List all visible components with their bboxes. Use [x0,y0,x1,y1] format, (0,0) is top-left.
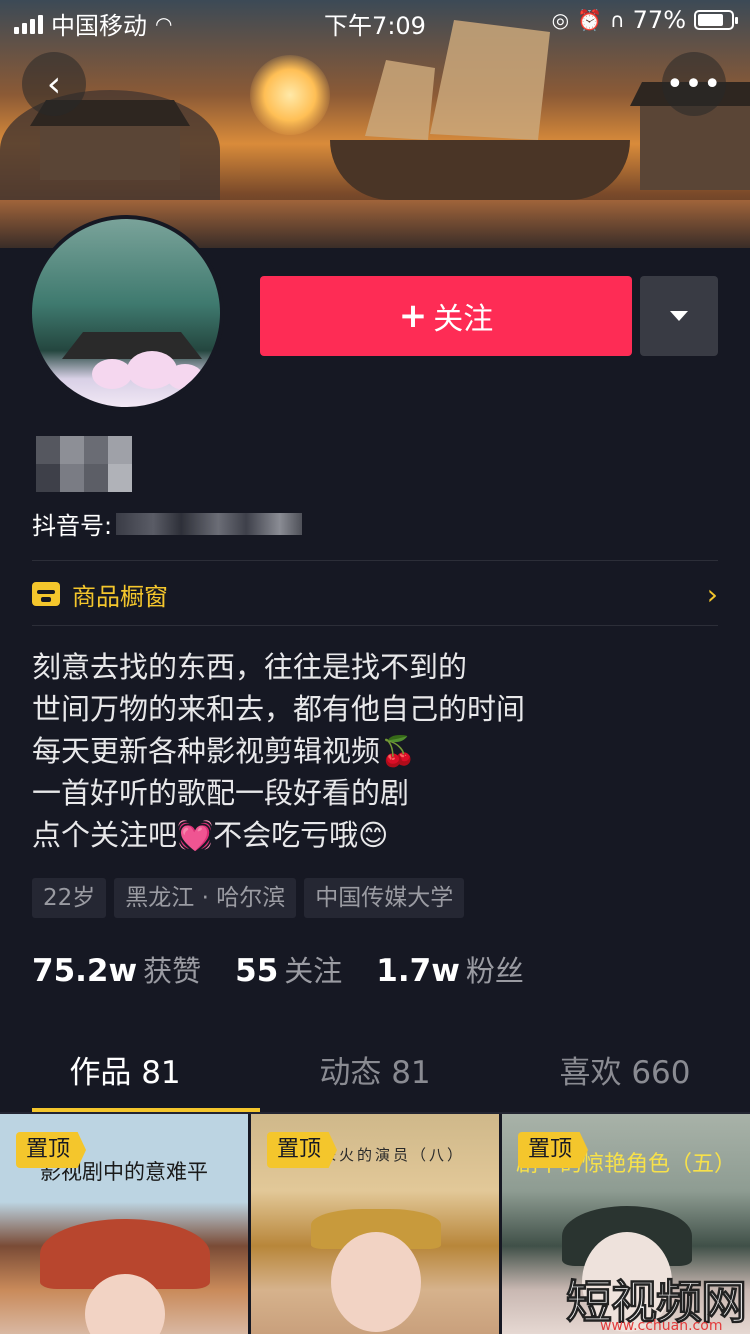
alarm-icon: ⏰ [577,8,603,32]
stat-likes-label: 获赞 [143,954,202,988]
shop-icon [32,582,60,606]
bio: 刻意去找的东西，往往是找不到的 世间万物的来和去，都有他自己的时间 每天更新各种… [32,646,722,856]
tag-age: 22岁 [32,878,107,918]
follow-label: 关注 [433,302,494,337]
video-thumbnail[interactable]: 好却未火的演员（八） 置顶 [251,1114,499,1334]
tag-school: 中国传媒大学 [304,878,465,918]
divider [32,625,718,626]
more-button[interactable]: ••• [662,52,726,116]
battery-percent: 77% [632,6,686,34]
lock-rotation-icon: ◎ [551,8,570,32]
bio-line: 每天更新各种影视剪辑视频🍒 [32,734,417,768]
douyin-id: 抖音号: [32,506,303,541]
pinned-badge: 置顶 [267,1132,338,1168]
avatar[interactable] [28,215,224,411]
battery-icon [694,10,738,30]
profile-tabs: 作品 81 动态 81 喜欢 660 [0,1040,750,1112]
more-horizontal-icon: ••• [665,66,723,102]
sail-illustration [365,60,435,140]
profile-tags: 22岁 黑龙江 · 哈尔滨 中国传媒大学 [32,878,465,918]
stat-following-label: 关注 [284,954,343,988]
divider [32,560,718,561]
caret-down-icon [670,311,688,321]
stat-likes-num: 75.2w [32,953,138,989]
stat-following-num: 55 [235,953,279,989]
recommend-dropdown-button[interactable] [640,276,718,356]
status-bar: 中国移动 ◠ 下午7:09 ◎ ⏰ ∩ 77% [0,0,750,40]
douyin-id-label: 抖音号: [32,512,113,540]
ship-illustration [330,140,630,200]
shop-label: 商品橱窗 [72,582,168,611]
back-button[interactable]: ‹ [22,52,86,116]
avatar-roof-illustration [62,332,202,359]
chevron-left-icon: ‹ [46,63,62,105]
stats: 75.2w 获赞 55 关注 1.7w 粉丝 [32,948,524,990]
bio-line: 一首好听的歌配一段好看的剧 [32,776,410,810]
pinned-badge: 置顶 [518,1132,589,1168]
stat-fans-label: 粉丝 [465,954,524,988]
tag-location: 黑龙江 · 哈尔滨 [114,878,297,918]
avatar-flower [92,359,132,389]
bio-line: 点个关注吧💓不会吃亏哦😊 [32,818,389,852]
tab-works[interactable]: 作品 81 [0,1040,260,1112]
follow-button[interactable]: + 关注 [260,276,632,356]
pinned-badge: 置顶 [16,1132,87,1168]
douyin-id-redacted [116,512,303,535]
sun-illustration [250,55,330,135]
tab-likes[interactable]: 喜欢 660 [500,1040,750,1112]
chevron-right-icon: › [706,577,718,611]
watermark-url: www.cchuan.com [600,1318,723,1334]
house-illustration [40,120,180,180]
tab-dynamics[interactable]: 动态 81 [250,1040,500,1112]
stat-fans[interactable]: 1.7w 粉丝 [376,948,524,990]
watermark: 短视频网 www.cchuan.com [566,1266,748,1334]
avatar-flower [167,364,203,390]
stat-following[interactable]: 55 关注 [235,948,342,990]
headphones-icon: ∩ [610,8,625,32]
stat-likes[interactable]: 75.2w 获赞 [32,948,201,990]
nickname-redacted [36,436,132,492]
face-illustration [331,1232,421,1332]
plus-icon: + [398,296,428,336]
video-thumbnail[interactable]: 影视剧中的意难平 置顶 [0,1114,248,1334]
bio-line: 刻意去找的东西，往往是找不到的 [32,650,468,684]
shop-window-row[interactable]: 商品橱窗 › [32,564,718,624]
bio-line: 世间万物的来和去，都有他自己的时间 [32,692,526,726]
stat-fans-num: 1.7w [376,953,460,989]
